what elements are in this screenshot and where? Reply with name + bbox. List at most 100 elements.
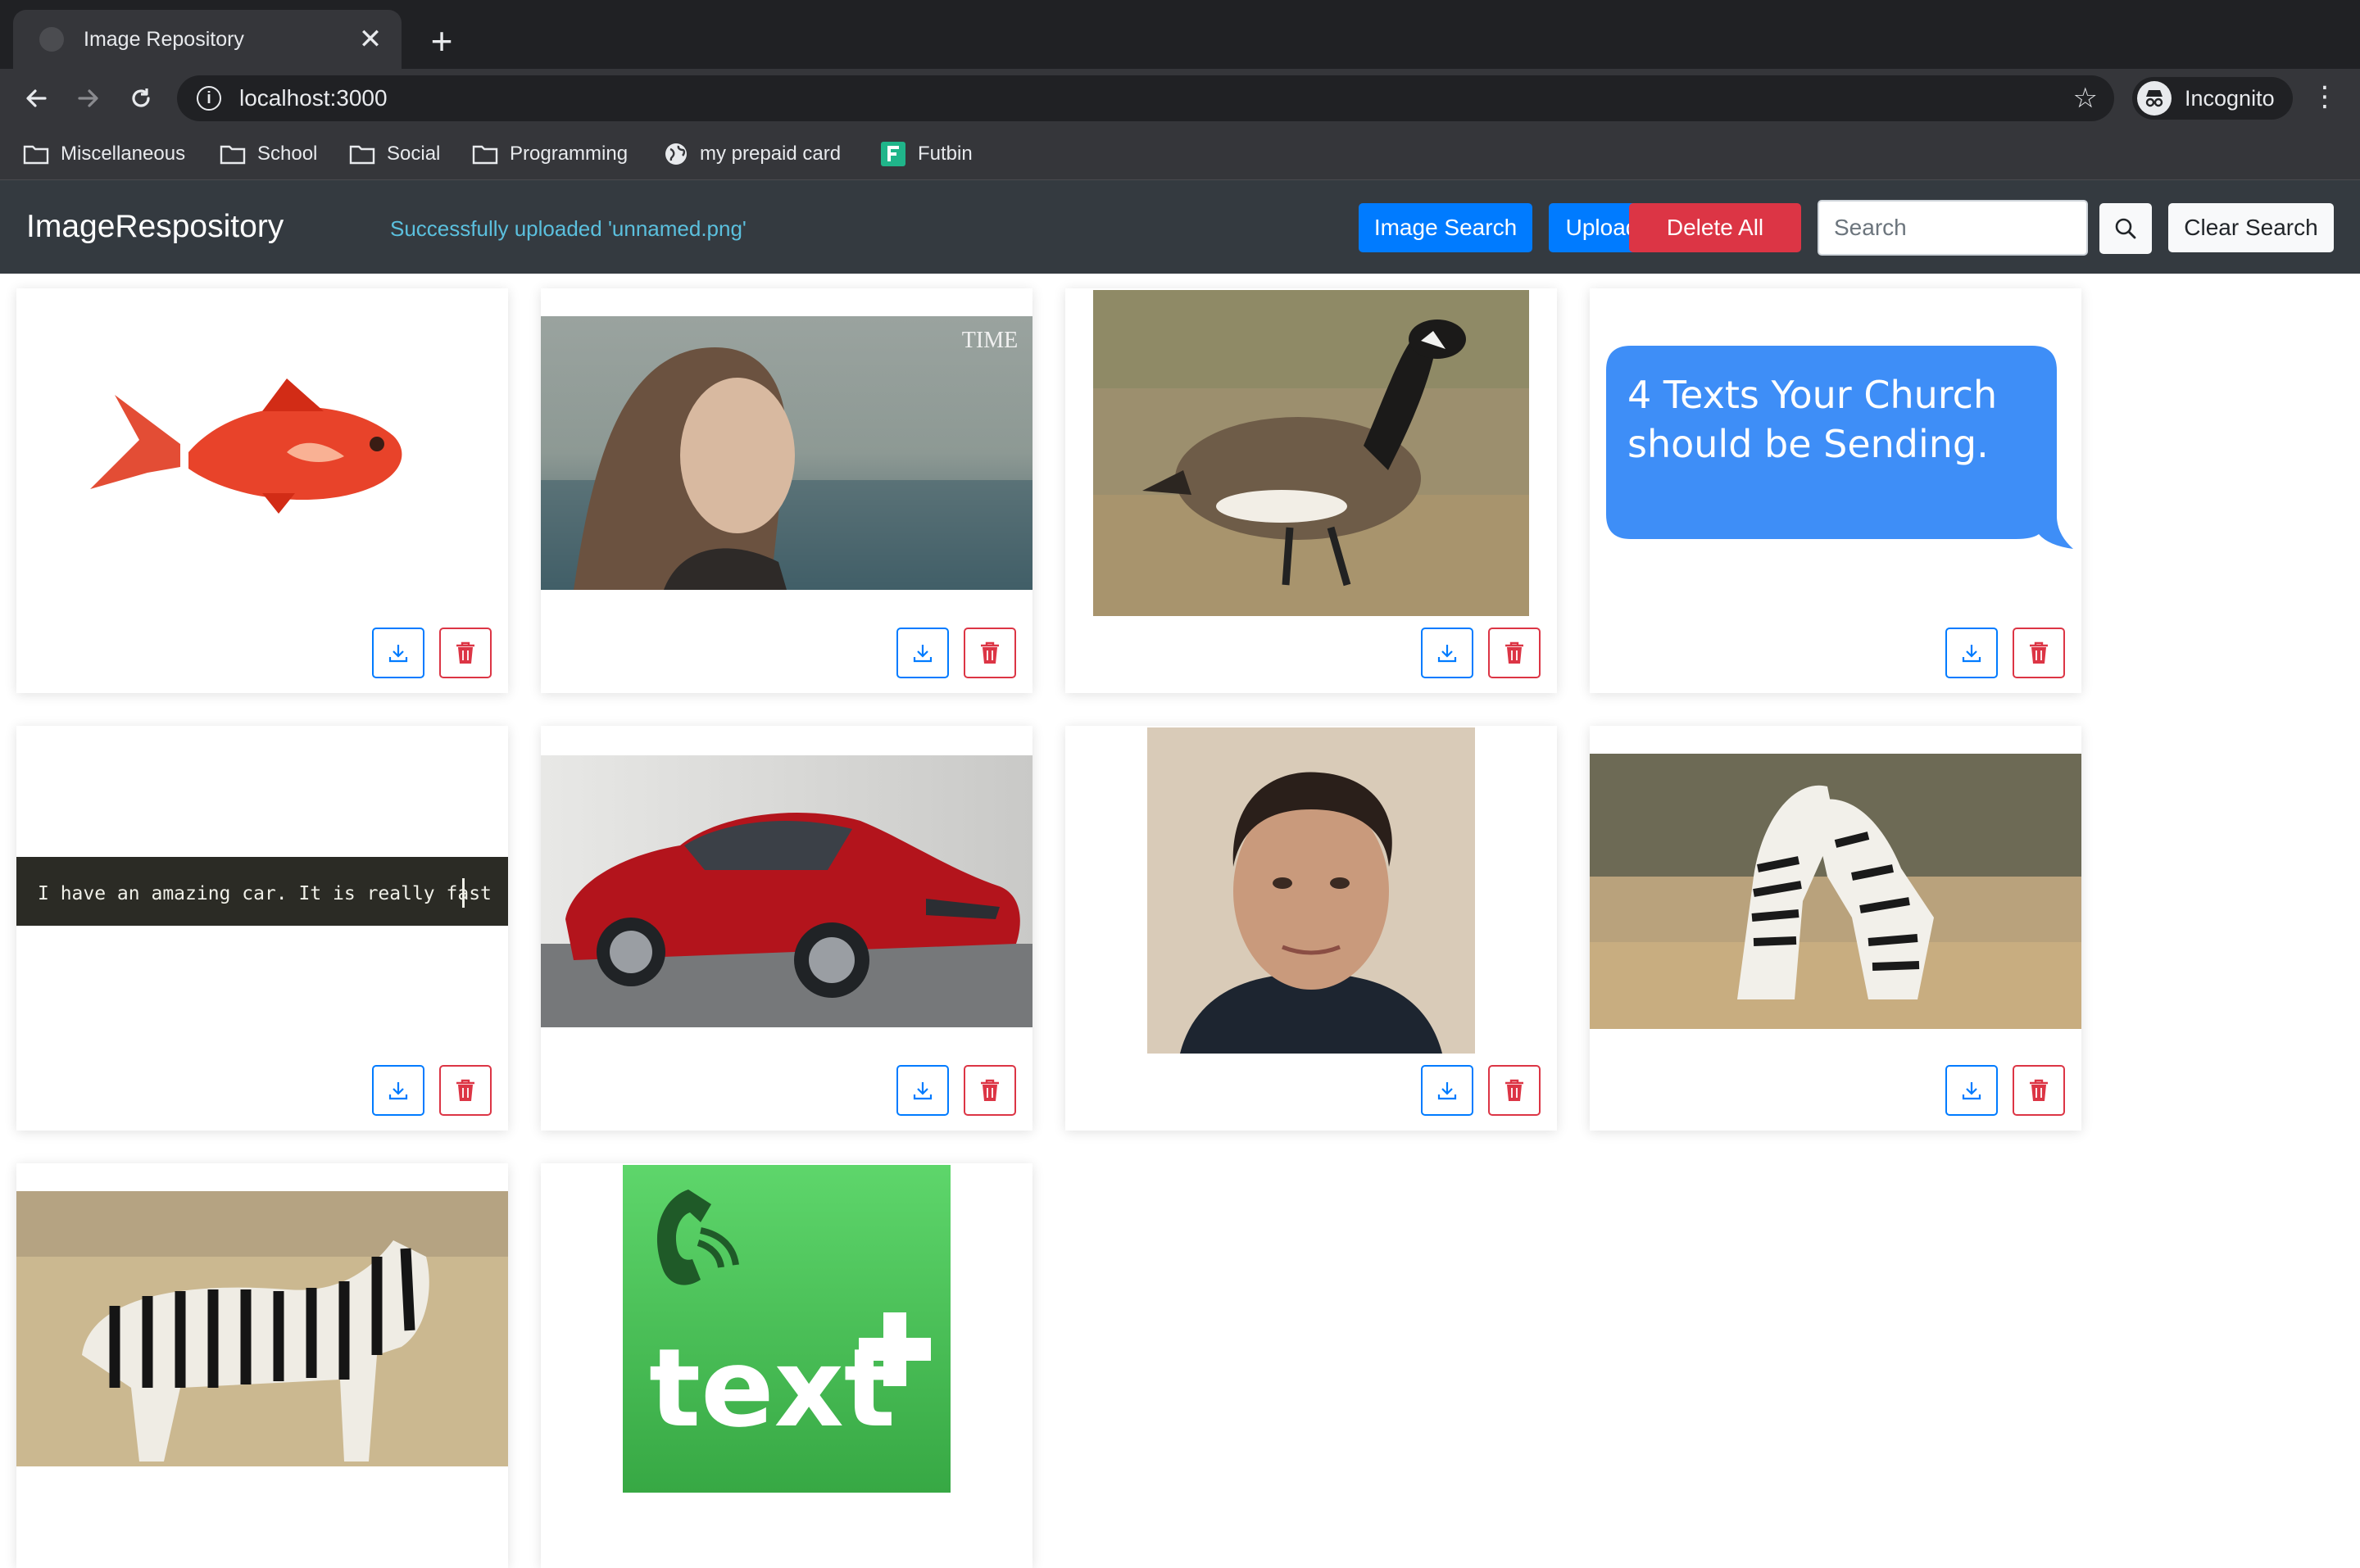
image-card: 4 Texts Your Church should be Sending. [1590,288,2081,693]
image-card: TIME [541,288,1032,693]
goldfish-image[interactable] [16,288,508,616]
image-card [1065,288,1557,693]
download-icon [1437,645,1457,663]
delete-button[interactable] [2013,628,2065,678]
bookmark-label: Social [387,143,441,165]
textplus-logo-image[interactable]: text [623,1165,951,1493]
terminal-text-image[interactable]: I have an amazing car. It is really fast [16,857,508,926]
download-button[interactable] [1421,1065,1473,1116]
download-button[interactable] [1945,628,1998,678]
clear-search-button[interactable]: Clear Search [2168,203,2334,252]
close-tab-icon[interactable]: ✕ [354,23,387,56]
browser-tabstrip: Image Repository ✕ + [0,0,2360,69]
globe-icon [665,143,687,165]
zebra-image[interactable] [16,1191,508,1466]
futbin-logo-icon [881,142,905,166]
profile-label: Incognito [2185,85,2275,111]
trash-icon [981,1079,999,1101]
bookmarks-bar: Miscellaneous School Social Programming … [0,128,2360,180]
bookmark-label: School [257,143,318,165]
trash-icon [456,641,474,664]
search-input[interactable] [1818,200,2088,256]
delete-button[interactable] [2013,1065,2065,1116]
delete-all-button[interactable]: Delete All [1629,203,1801,252]
bookmark-my-prepaid-card[interactable]: my prepaid card [664,139,841,169]
download-icon [1962,645,1981,663]
incognito-profile-button[interactable]: Incognito [2132,77,2293,120]
download-icon [1437,1082,1457,1100]
image-card [541,726,1032,1131]
bookmark-label: my prepaid card [700,143,842,165]
download-icon [1962,1082,1981,1100]
bookmark-miscellaneous[interactable]: Miscellaneous [23,139,185,169]
folder-icon [349,145,375,165]
delete-button[interactable] [439,1065,492,1116]
image-search-button[interactable]: Image Search [1359,203,1532,252]
time-logo-text: TIME [962,328,1018,353]
upload-status-message: Successfully uploaded 'unnamed.png' [390,216,747,241]
browser-menu-icon[interactable]: ⋮ [2311,80,2339,113]
delete-button[interactable] [964,1065,1016,1116]
download-button[interactable] [896,1065,949,1116]
bookmark-futbin[interactable]: Futbin [880,139,973,169]
trash-icon [1505,641,1523,664]
bubble-text-line-2: should be Sending. [1627,422,1989,466]
image-card [16,288,508,693]
image-card: I have an amazing car. It is really fast [16,726,508,1131]
app-brand[interactable]: ImageRespository [26,208,284,246]
bookmark-star-icon[interactable]: ☆ [2073,82,2098,115]
delete-button[interactable] [964,628,1016,678]
image-card [16,1163,508,1568]
reload-icon[interactable] [121,79,161,118]
bookmark-school[interactable]: School [220,139,317,169]
address-bar[interactable]: i localhost:3000 ☆ [177,75,2114,121]
delete-button[interactable] [1488,1065,1541,1116]
bookmark-social[interactable]: Social [349,139,440,169]
download-button[interactable] [1945,1065,1998,1116]
goose-image[interactable] [1093,290,1529,616]
download-icon [913,1082,933,1100]
fighting-zebras-image[interactable] [1590,754,2081,1029]
back-icon[interactable] [16,79,56,118]
globe-icon [39,27,64,52]
browser-toolbar: i localhost:3000 ☆ Incognito ⋮ [0,69,2360,128]
download-button[interactable] [372,628,424,678]
forward-icon[interactable] [69,79,108,118]
search-icon [2115,218,2136,239]
url-text: localhost:3000 [239,85,388,111]
download-button[interactable] [896,628,949,678]
trash-icon [981,641,999,664]
folder-icon [472,145,498,165]
bookmark-label: Miscellaneous [61,143,186,165]
download-icon [913,645,933,663]
app-navbar: ImageRespository Successfully uploaded '… [0,180,2360,274]
site-info-icon[interactable]: i [197,86,221,111]
image-card: text [541,1163,1032,1568]
bookmark-label: Programming [510,143,629,165]
trash-icon [2030,1079,2048,1101]
image-card [1065,726,1557,1131]
delete-button[interactable] [439,628,492,678]
trash-icon [1505,1079,1523,1101]
search-submit-button[interactable] [2099,203,2152,254]
delete-button[interactable] [1488,628,1541,678]
download-icon [388,645,408,663]
text-bubble-image[interactable]: 4 Texts Your Church should be Sending. [1590,329,2081,575]
portrait-image[interactable]: TIME [541,316,1032,590]
browser-tab[interactable]: Image Repository ✕ [13,10,402,69]
red-car-image[interactable] [541,755,1032,1027]
terminal-text: I have an amazing car. It is really fast [38,883,492,904]
download-button[interactable] [372,1065,424,1116]
man-portrait-image[interactable] [1147,727,1475,1054]
download-button[interactable] [1421,628,1473,678]
trash-icon [456,1079,474,1101]
tab-title: Image Repository [84,27,244,51]
bookmark-programming[interactable]: Programming [472,139,628,169]
folder-icon [220,145,246,165]
bubble-text-line-1: 4 Texts Your Church [1627,373,1997,417]
download-icon [388,1082,408,1100]
incognito-icon [2137,81,2172,116]
textplus-logo-text: text [649,1326,896,1452]
folder-icon [23,145,49,165]
new-tab-button[interactable]: + [423,16,461,66]
